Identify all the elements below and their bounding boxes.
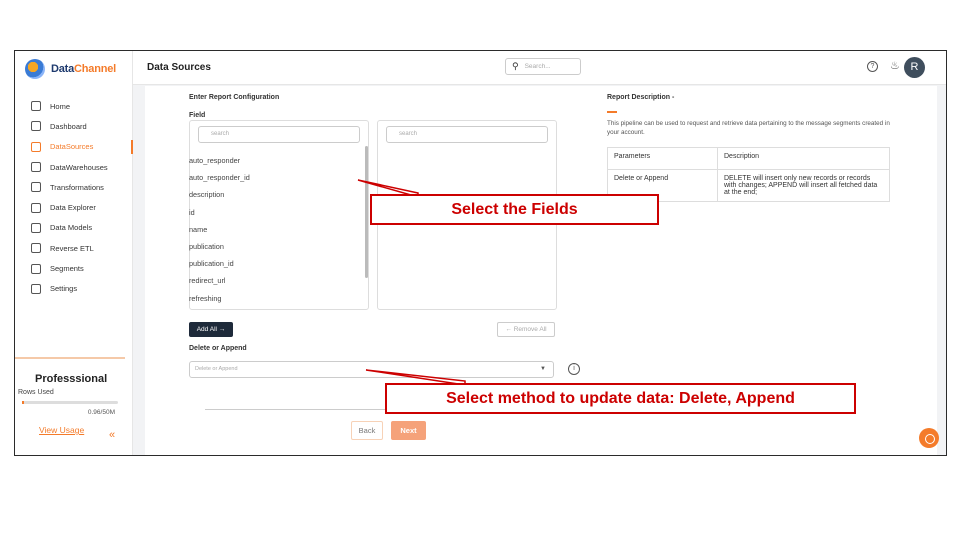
selected-fields-search[interactable]: search (386, 126, 548, 143)
page-title: Data Sources (147, 62, 211, 73)
add-all-button[interactable]: Add All → (189, 322, 233, 337)
sidebar-item-reverse-etl[interactable]: Reverse ETL (15, 238, 133, 258)
field-option[interactable]: refreshing (189, 294, 221, 303)
logo-text-accent: Channel (74, 63, 117, 75)
warehouse-icon (31, 162, 41, 173)
logo-text-primary: Data (51, 63, 75, 75)
field-option[interactable]: auto_responder (189, 156, 240, 165)
table-header-row: Parameters Description (607, 147, 890, 170)
segments-icon (31, 263, 41, 274)
field-option[interactable]: name (189, 225, 207, 234)
search-input[interactable]: ⚲ Search... (505, 58, 581, 75)
sidebar-item-label: Data Explorer (50, 203, 96, 213)
dashboard-icon (31, 121, 41, 132)
sidebar-item-label: Dashboard (50, 121, 87, 131)
info-icon[interactable]: i (568, 363, 580, 375)
delete-append-label: Delete or Append (189, 345, 247, 352)
collapse-sidebar-icon[interactable]: « (109, 429, 115, 441)
reverse-etl-icon (31, 243, 41, 254)
rows-used-label: Rows Used (18, 389, 54, 396)
next-button[interactable]: Next (391, 421, 426, 440)
chat-icon[interactable] (919, 428, 939, 448)
logo[interactable]: DataChannel (25, 59, 116, 79)
report-description-heading: Report Description - (607, 94, 675, 101)
back-button[interactable]: Back (351, 421, 383, 440)
sidebar-item-segments[interactable]: Segments (15, 258, 133, 278)
search-placeholder: Search... (524, 63, 551, 70)
callout-select-fields: Select the Fields (370, 194, 659, 225)
sidebar-item-label: DataWarehouses (50, 162, 108, 172)
models-icon (31, 222, 41, 233)
rows-used-count: 0.96/50M (87, 409, 115, 416)
logo-icon (25, 59, 45, 79)
view-usage-link[interactable]: View Usage (39, 425, 84, 435)
field-option[interactable]: auto_responder_id (189, 173, 250, 182)
field-option[interactable]: publication_id (189, 259, 234, 268)
divider (205, 409, 385, 410)
config-heading: Enter Report Configuration (189, 94, 280, 101)
sidebar-item-transformations[interactable]: Transformations (15, 177, 133, 197)
chevron-down-icon: ▼ (540, 366, 546, 372)
table-header: Description (717, 147, 890, 170)
transform-icon (31, 182, 41, 193)
datasources-icon (31, 141, 41, 152)
sidebar-item-label: Home (50, 101, 71, 111)
avatar[interactable]: R (904, 57, 925, 78)
usage-progress-bar (22, 401, 118, 404)
callout-select-method: Select method to update data: Delete, Ap… (385, 383, 856, 414)
top-header: Data Sources ⚲ Search... ? ♨ R (133, 51, 946, 85)
field-label: Field (189, 112, 206, 119)
settings-icon (31, 283, 41, 294)
help-icon[interactable]: ? (867, 61, 878, 72)
delete-append-select[interactable]: Delete or Append ▼ (189, 361, 554, 378)
search-icon: ⚲ (512, 61, 519, 71)
sidebar-item-label: Segments (50, 264, 84, 274)
sidebar-item-label: DataSources (50, 142, 94, 152)
field-option[interactable]: description (189, 190, 224, 199)
available-fields-search[interactable]: search (198, 126, 360, 143)
table-cell: DELETE will insert only new records or r… (717, 169, 890, 202)
bell-icon[interactable]: ♨ (890, 59, 900, 72)
field-option[interactable]: publication (189, 242, 224, 251)
plan-title: Professsional (35, 373, 108, 385)
report-description-text: This pipeline can be used to request and… (607, 120, 890, 136)
usage-progress-fill (22, 401, 24, 404)
home-icon (31, 101, 41, 112)
field-option[interactable]: id (189, 208, 195, 217)
sidebar-item-dashboard[interactable]: Dashboard (15, 116, 133, 136)
sidebar: DataChannel Home Dashboard DataSources D… (15, 51, 133, 455)
sidebar-item-datawarehouses[interactable]: DataWarehouses (15, 157, 133, 177)
sidebar-item-label: Transformations (50, 182, 104, 192)
sidebar-item-data-models[interactable]: Data Models (15, 218, 133, 238)
table-header: Parameters (607, 147, 718, 170)
fields-scrollbar[interactable] (365, 146, 368, 278)
sidebar-nav: Home Dashboard DataSources DataWarehouse… (15, 96, 133, 299)
sidebar-item-data-explorer[interactable]: Data Explorer (15, 197, 133, 217)
sidebar-item-label: Reverse ETL (50, 243, 94, 253)
sidebar-item-settings[interactable]: Settings (15, 279, 133, 299)
heading-underline (607, 111, 617, 113)
remove-all-button[interactable]: ← Remove All (497, 322, 555, 337)
sidebar-item-datasources[interactable]: DataSources (15, 137, 133, 157)
sidebar-item-label: Settings (50, 284, 78, 294)
explorer-icon (31, 202, 41, 213)
sidebar-item-label: Data Models (50, 223, 93, 233)
select-placeholder: Delete or Append (195, 366, 238, 372)
field-option[interactable]: redirect_url (189, 276, 226, 285)
sidebar-item-home[interactable]: Home (15, 96, 133, 116)
